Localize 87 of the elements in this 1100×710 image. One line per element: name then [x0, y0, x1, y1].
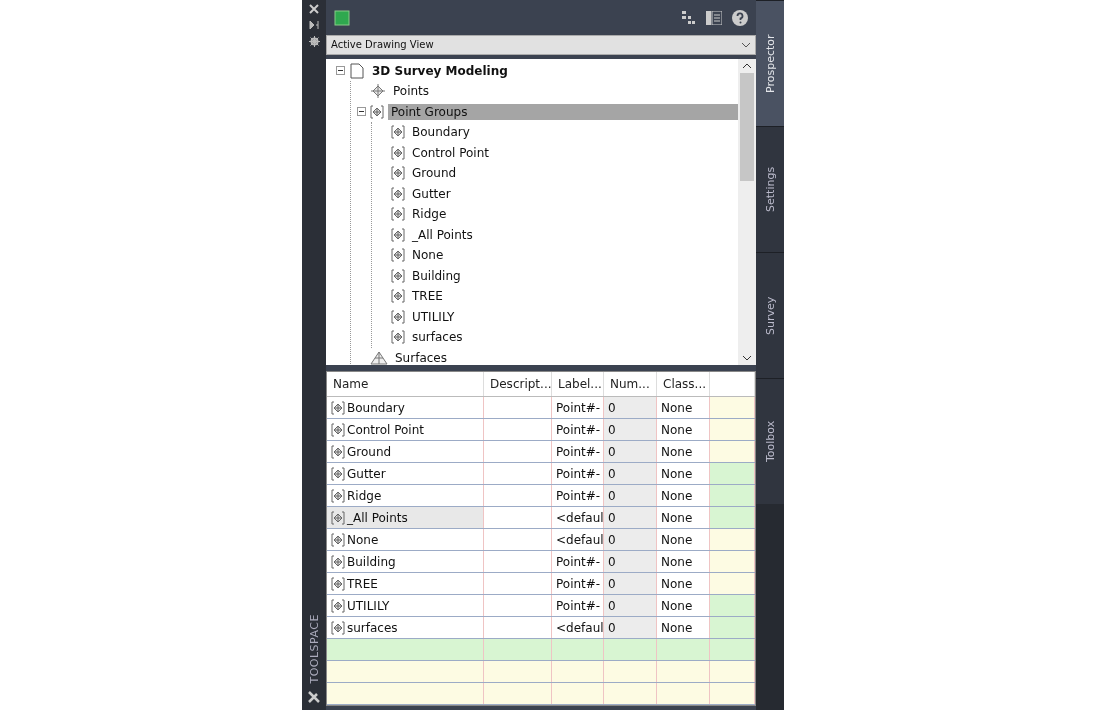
table-cell: 0: [604, 617, 657, 638]
point-group-icon: [391, 145, 405, 160]
close-icon[interactable]: [309, 4, 319, 14]
point-group-icon: [391, 166, 405, 181]
point-group-icon: [331, 620, 345, 635]
side-tab[interactable]: Prospector: [756, 0, 784, 126]
point-group-icon: [391, 289, 405, 304]
point-group-icon: [331, 598, 345, 613]
table-cell: 0: [604, 529, 657, 550]
name-cell[interactable]: Ridge: [327, 485, 484, 506]
tree-item[interactable]: Control Point: [409, 144, 492, 161]
point-group-icon: [391, 227, 405, 242]
point-group-icon: [331, 444, 345, 459]
tree-view-icon[interactable]: [682, 10, 696, 25]
name-cell[interactable]: surfaces: [327, 617, 484, 638]
point-group-icon: [331, 466, 345, 481]
name-cell[interactable]: _All Points: [327, 507, 484, 528]
tree-item[interactable]: Point Groups: [388, 103, 738, 120]
point-group-icon: [391, 186, 405, 201]
side-tab[interactable]: Survey: [756, 252, 784, 378]
tree-item[interactable]: Surfaces: [392, 349, 450, 365]
tree-item[interactable]: _All Points: [409, 226, 476, 243]
auto-hide-icon[interactable]: [309, 20, 319, 30]
point-group-icon: [391, 125, 405, 140]
tree-item[interactable]: Gutter: [409, 185, 454, 202]
expand-toggle-icon[interactable]: [336, 66, 345, 76]
scrollbar[interactable]: [738, 58, 756, 365]
palette-title: TOOLSPACE: [307, 614, 321, 684]
tree-item[interactable]: Building: [409, 267, 464, 284]
point-group-icon: [331, 576, 345, 591]
table-cell: 0: [604, 441, 657, 462]
tree-item[interactable]: None: [409, 247, 447, 264]
tree-item[interactable]: TREE: [409, 288, 446, 305]
expand-toggle-icon[interactable]: [357, 107, 366, 117]
panel-layout-icon[interactable]: [706, 10, 722, 25]
point-group-icon: [370, 104, 384, 119]
name-cell[interactable]: Boundary: [327, 397, 484, 418]
tree-item[interactable]: Boundary: [409, 124, 473, 141]
table-cell: 0: [604, 419, 657, 440]
table-cell: 0: [604, 485, 657, 506]
point-group-icon: [331, 510, 345, 525]
document-icon: [349, 62, 365, 79]
table-cell: 0: [604, 507, 657, 528]
column-header[interactable]: Class...: [657, 372, 710, 396]
view-dropdown[interactable]: Active Drawing View: [326, 35, 756, 55]
point-group-icon: [391, 207, 405, 222]
point-group-icon: [331, 400, 345, 415]
point-group-icon: [331, 422, 345, 437]
point-group-icon: [391, 309, 405, 324]
side-tab[interactable]: Settings: [756, 126, 784, 252]
point-group-icon: [391, 268, 405, 283]
tree-item[interactable]: surfaces: [409, 329, 466, 346]
cube-icon[interactable]: [334, 9, 350, 26]
settings-icon[interactable]: [308, 36, 320, 47]
triangle-mesh-icon: [370, 350, 388, 365]
help-icon[interactable]: [732, 9, 748, 26]
tree-item[interactable]: Points: [390, 83, 433, 100]
tree-item[interactable]: 3D Survey Modeling: [369, 62, 511, 79]
name-cell[interactable]: Gutter: [327, 463, 484, 484]
tree-item[interactable]: Ridge: [409, 206, 450, 223]
name-cell[interactable]: None: [327, 529, 484, 550]
column-header[interactable]: Descript...: [484, 372, 552, 396]
point-group-icon: [331, 532, 345, 547]
table-cell: 0: [604, 463, 657, 484]
column-header[interactable]: Name: [327, 372, 484, 396]
name-cell[interactable]: Ground: [327, 441, 484, 462]
point-group-icon: [331, 554, 345, 569]
table-cell: 0: [604, 573, 657, 594]
chevron-down-icon: [741, 41, 751, 48]
name-cell[interactable]: Control Point: [327, 419, 484, 440]
table-cell: 0: [604, 551, 657, 572]
chevron-down-icon: [742, 355, 752, 361]
point-group-icon: [391, 330, 405, 345]
name-cell[interactable]: TREE: [327, 573, 484, 594]
point-marker-icon: [370, 84, 386, 99]
chevron-up-icon: [742, 62, 752, 69]
side-tab[interactable]: Toolbox: [756, 378, 784, 504]
table-cell: 0: [604, 397, 657, 418]
name-cell[interactable]: UTILILY: [327, 595, 484, 616]
table-cell: 0: [604, 595, 657, 616]
point-group-icon: [391, 248, 405, 263]
point-group-icon: [331, 488, 345, 503]
tree-item[interactable]: UTILILY: [409, 308, 458, 325]
tree-item[interactable]: Ground: [409, 165, 460, 182]
column-header[interactable]: Num...: [604, 372, 657, 396]
column-header[interactable]: Label...: [552, 372, 604, 396]
name-cell[interactable]: Building: [327, 551, 484, 572]
